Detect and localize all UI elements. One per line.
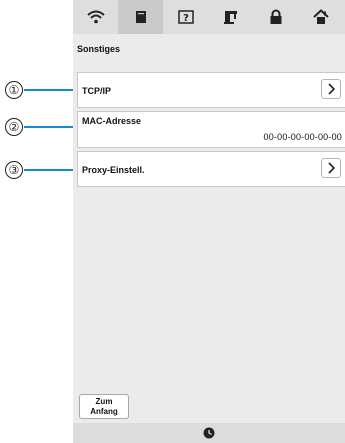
- tcpip-row[interactable]: TCP/IP: [77, 72, 345, 108]
- sewing-machine-icon: [223, 11, 237, 24]
- tab-page[interactable]: [118, 0, 163, 34]
- device-screen: ? Sonstiges TCP/IP MAC-Adresse 00-00-00-…: [73, 0, 345, 443]
- zum-anfang-line2: Anfang: [90, 407, 118, 416]
- proxy-settings-row[interactable]: Proxy-Einstell.: [77, 151, 345, 187]
- help-icon: ?: [177, 10, 194, 24]
- top-toolbar: ?: [73, 0, 345, 34]
- tab-wifi[interactable]: [73, 0, 118, 34]
- mac-address-row: MAC-Adresse 00-00-00-00-00-00: [77, 111, 345, 148]
- tab-sewing[interactable]: [208, 0, 253, 34]
- callout-3: ③: [5, 161, 23, 179]
- callout-1: ①: [5, 81, 23, 99]
- page-icon: [135, 11, 146, 23]
- callout-3-line: [24, 169, 78, 171]
- chevron-right-icon: [328, 162, 335, 174]
- callout-2: ②: [5, 118, 23, 136]
- mac-address-value: 00-00-00-00-00-00: [263, 132, 342, 142]
- lock-icon: [270, 9, 281, 24]
- svg-text:?: ?: [183, 13, 189, 24]
- home-icon: [312, 9, 329, 24]
- callout-2-line: [24, 126, 78, 128]
- section-title: Sonstiges: [77, 44, 121, 54]
- proxy-settings-label: Proxy-Einstell.: [82, 165, 145, 175]
- callout-1-line: [24, 89, 78, 91]
- manual-figure: ① ② ③ ? Sonstiges TCP/IP MAC-Adresse 00-…: [0, 0, 345, 443]
- tab-lock[interactable]: [253, 0, 298, 34]
- proxy-settings-open-button[interactable]: [321, 158, 341, 178]
- tcpip-open-button[interactable]: [321, 79, 341, 99]
- bottom-bar: [73, 423, 345, 443]
- tab-help[interactable]: ?: [163, 0, 208, 34]
- tcpip-label: TCP/IP: [82, 86, 112, 96]
- wifi-icon: [86, 10, 105, 24]
- mac-address-label: MAC-Adresse: [82, 116, 142, 126]
- clock-icon[interactable]: [203, 427, 215, 439]
- zum-anfang-line1: Zum: [95, 397, 113, 406]
- tab-home[interactable]: [298, 0, 343, 34]
- chevron-right-icon: [328, 83, 335, 95]
- zum-anfang-button[interactable]: Zum Anfang: [79, 394, 129, 419]
